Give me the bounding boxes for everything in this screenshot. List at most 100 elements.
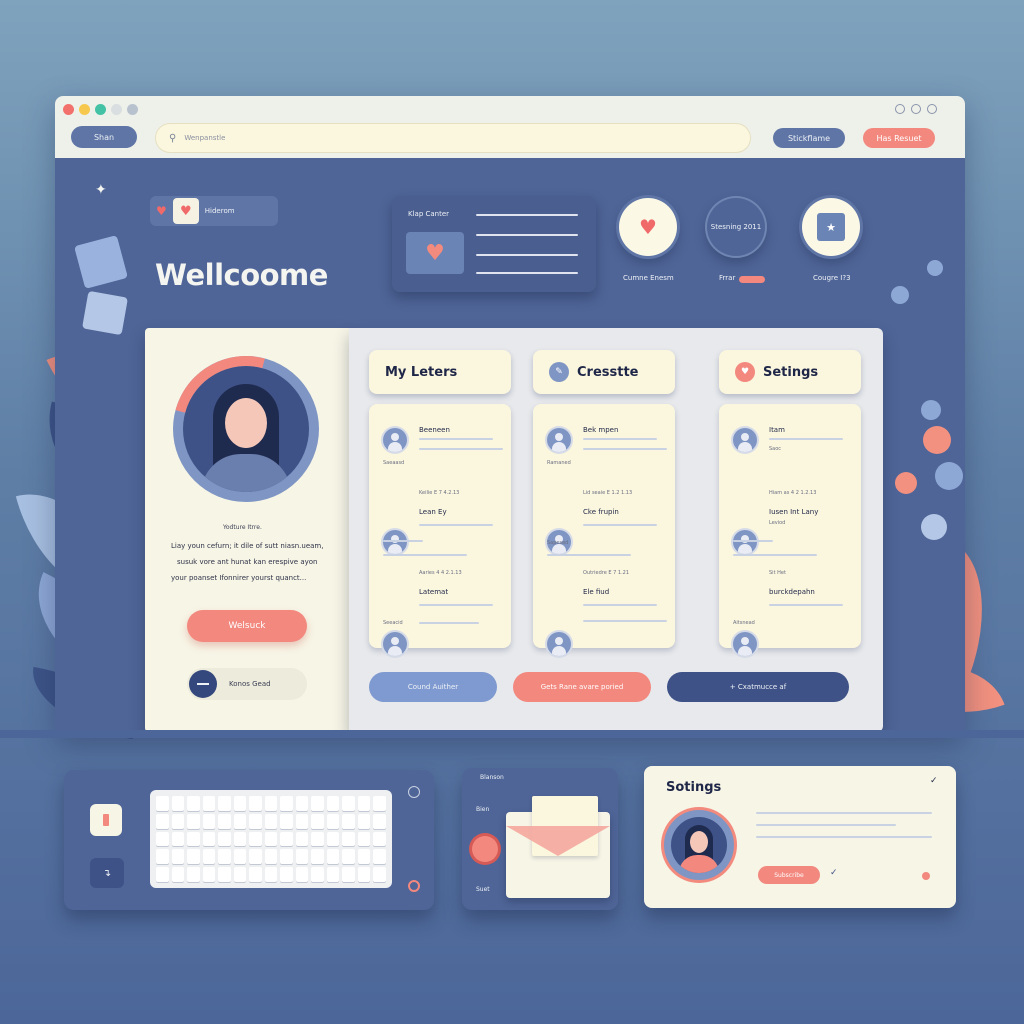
keyboard-key[interactable] — [264, 849, 278, 865]
keyboard-key[interactable] — [187, 796, 200, 811]
keyboard-key[interactable] — [171, 796, 185, 811]
keyboard-key[interactable] — [202, 849, 216, 865]
gets-button[interactable]: Gets Rane avare poried — [513, 672, 651, 702]
mail-center-card[interactable]: Klap Canter ♥ — [392, 196, 596, 292]
keyboard-key[interactable] — [249, 849, 262, 865]
keyboard-key[interactable] — [357, 849, 371, 865]
menu-icon[interactable] — [927, 104, 937, 114]
keyboard-key[interactable] — [280, 813, 293, 829]
minimize-dot-icon[interactable] — [79, 104, 90, 115]
record-button[interactable] — [472, 836, 498, 862]
keyboard-key[interactable] — [280, 831, 293, 847]
add-another-button[interactable]: Cound Auither — [369, 672, 497, 702]
keyboard-key[interactable] — [373, 867, 386, 882]
record-icon[interactable] — [408, 880, 420, 892]
keyboard[interactable] — [150, 790, 392, 888]
keyboard-key[interactable] — [373, 796, 386, 811]
keyboard-key[interactable] — [311, 867, 324, 882]
keyboard-key[interactable] — [342, 849, 355, 865]
keyboard-key[interactable] — [249, 867, 262, 882]
keyboard-key[interactable] — [187, 813, 200, 829]
keyboard-key[interactable] — [233, 813, 247, 829]
keyboard-key[interactable] — [295, 849, 309, 865]
keyboard-key[interactable] — [373, 831, 386, 847]
keyboard-key[interactable] — [171, 867, 185, 882]
keyboard-key[interactable] — [233, 867, 247, 882]
status-round-button[interactable]: Stesning 2011 — [707, 198, 765, 256]
keyboard-key[interactable] — [357, 796, 371, 811]
close-dot-icon[interactable] — [63, 104, 74, 115]
keyboard-key[interactable] — [280, 796, 293, 811]
keyboard-key[interactable] — [202, 813, 216, 829]
keyboard-key[interactable] — [311, 831, 324, 847]
keyboard-key[interactable] — [249, 796, 262, 811]
keyboard-key[interactable] — [264, 867, 278, 882]
keyboard-key[interactable] — [342, 867, 355, 882]
keyboard-key[interactable] — [280, 849, 293, 865]
refresh-icon[interactable] — [895, 104, 905, 114]
keyboard-key[interactable] — [342, 796, 355, 811]
keyboard-key[interactable] — [295, 867, 309, 882]
keyboard-key[interactable] — [218, 813, 231, 829]
konos-toggle[interactable]: Konos Gead — [187, 668, 307, 700]
keyboard-key[interactable] — [264, 813, 278, 829]
keyboard-key[interactable] — [342, 813, 355, 829]
keyboard-key[interactable] — [326, 849, 340, 865]
tab-create[interactable]: ✎ Cresstte — [533, 350, 675, 394]
keyboard-key[interactable] — [171, 813, 185, 829]
keyboard-key[interactable] — [233, 796, 247, 811]
keyboard-key[interactable] — [202, 796, 216, 811]
tab-dot-icon[interactable] — [127, 104, 138, 115]
keyboard-key[interactable] — [326, 867, 340, 882]
tab-dot-icon[interactable] — [111, 104, 122, 115]
keyboard-key[interactable] — [233, 831, 247, 847]
settings-icon[interactable] — [911, 104, 921, 114]
keyboard-key[interactable] — [264, 796, 278, 811]
heart-round-button[interactable]: ♥ — [619, 198, 677, 256]
keyboard-key[interactable] — [295, 796, 309, 811]
keyboard-key[interactable] — [202, 831, 216, 847]
keyboard-key[interactable] — [218, 831, 231, 847]
keyboard-key[interactable] — [218, 867, 231, 882]
keyboard-key[interactable] — [295, 813, 309, 829]
maximize-dot-icon[interactable] — [95, 104, 106, 115]
pen-icon[interactable] — [408, 786, 420, 798]
arrow-button[interactable]: ↴ — [90, 858, 124, 888]
keyboard-key[interactable] — [342, 831, 355, 847]
keyboard-key[interactable] — [373, 813, 386, 829]
sticky-button[interactable]: Stickflame — [773, 128, 845, 148]
address-bar[interactable]: ⚲ Wenpanstle — [155, 123, 751, 153]
keyboard-key[interactable] — [156, 813, 169, 829]
has-button[interactable]: Has Resuet — [863, 128, 935, 148]
image-round-button[interactable]: ★ — [802, 198, 860, 256]
keyboard-key[interactable] — [156, 831, 169, 847]
cursor-button[interactable] — [90, 804, 122, 836]
create-button[interactable]: + Cxatmucce af — [667, 672, 849, 702]
keyboard-key[interactable] — [218, 796, 231, 811]
back-button[interactable]: Shan — [71, 126, 137, 148]
keyboard-key[interactable] — [357, 813, 371, 829]
subscribe-button[interactable]: Subscribe — [758, 866, 820, 884]
settings-avatar[interactable] — [664, 810, 734, 880]
keyboard-key[interactable] — [357, 831, 371, 847]
welcome-button[interactable]: Welsuck — [187, 610, 307, 642]
keyboard-key[interactable] — [326, 813, 340, 829]
keyboard-key[interactable] — [233, 849, 247, 865]
keyboard-key[interactable] — [249, 831, 262, 847]
keyboard-key[interactable] — [373, 849, 386, 865]
keyboard-key[interactable] — [249, 813, 262, 829]
keyboard-key[interactable] — [156, 796, 169, 811]
keyboard-key[interactable] — [311, 849, 324, 865]
keyboard-key[interactable] — [311, 796, 324, 811]
close-icon[interactable]: ✓ — [930, 776, 938, 786]
tab-my-letters[interactable]: My Leters — [369, 350, 511, 394]
favorite-tag[interactable]: ♥ ♥ Hiderom — [150, 196, 278, 226]
keyboard-key[interactable] — [187, 867, 200, 882]
keyboard-key[interactable] — [171, 849, 185, 865]
tab-settings[interactable]: ♥ Setings — [719, 350, 861, 394]
keyboard-key[interactable] — [280, 867, 293, 882]
keyboard-key[interactable] — [326, 831, 340, 847]
keyboard-key[interactable] — [156, 849, 169, 865]
keyboard-key[interactable] — [326, 796, 340, 811]
keyboard-key[interactable] — [171, 831, 185, 847]
